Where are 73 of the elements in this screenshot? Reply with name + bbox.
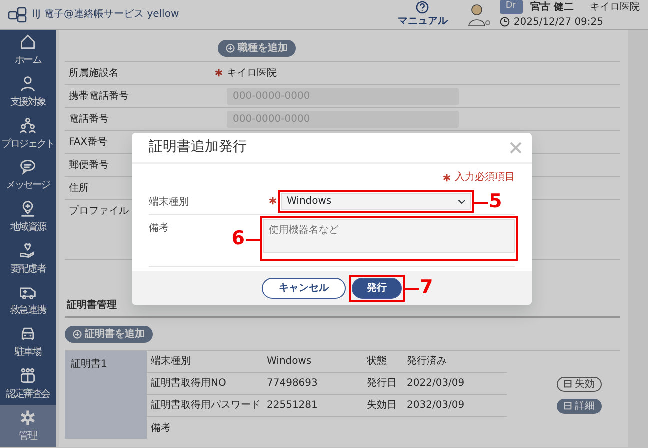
callout-frame	[349, 274, 405, 302]
field-value: 77498693	[267, 377, 319, 391]
people-icon	[19, 116, 37, 135]
person-icon	[19, 75, 37, 94]
logo-icon	[8, 6, 28, 22]
field-label: 証明書取得用パスワード	[150, 398, 262, 413]
dialog-title: 証明書追加発行	[149, 138, 247, 157]
field-value: 2022/03/09	[407, 377, 465, 391]
help-icon	[416, 0, 430, 14]
field-label: 失効日	[367, 398, 398, 413]
home-icon	[19, 33, 37, 52]
field-label: 住所	[69, 182, 89, 194]
sidebar-item[interactable]: 管理	[0, 405, 56, 447]
issue-button[interactable]: 発行	[352, 278, 402, 298]
sidebar-item[interactable]: メッセージ	[0, 155, 56, 197]
field-label: 携帯電話番号	[69, 90, 129, 102]
settings-icon	[19, 408, 37, 427]
add-certificate-button[interactable]: 証明書を追加	[65, 326, 153, 343]
sidebar-item[interactable]: ホーム	[0, 30, 56, 72]
people-group-icon	[19, 366, 37, 385]
callout-number: 5	[489, 192, 502, 211]
calendar-icon	[564, 380, 572, 388]
hand-heart-icon	[19, 242, 37, 260]
field-label: FAX番号	[69, 136, 108, 148]
field-value: キイロ医院	[227, 66, 277, 80]
field-label: 端末種別	[150, 354, 192, 369]
close-icon	[510, 142, 522, 154]
field-label: 発行日	[367, 377, 398, 391]
field-label: 証明書取得用NO	[150, 376, 228, 391]
sidebar-item[interactable]: 駐車場	[0, 322, 56, 364]
calendar-icon	[564, 402, 572, 410]
field-label: 所属施設名	[69, 68, 119, 78]
role-badge: Dr	[500, 0, 523, 14]
required-icon	[443, 174, 451, 182]
field-value: Windows	[267, 355, 313, 369]
leader-line	[246, 238, 260, 240]
cancel-button[interactable]: キャンセル	[262, 278, 346, 298]
logo-text: IIJ 電子@連絡帳サービス yellow	[32, 8, 180, 22]
sidebar-item[interactable]: 救急連携	[0, 280, 56, 322]
leader-line	[405, 288, 419, 290]
sidebar-item[interactable]: プロジェクト	[0, 113, 56, 156]
field-label: プロファイル	[69, 206, 129, 217]
field-label: 備考	[150, 422, 172, 436]
car-icon	[19, 325, 37, 344]
field-label: 電話番号	[69, 114, 109, 124]
user-name: 宮古 健二	[530, 0, 574, 14]
field-label: 状態	[367, 354, 388, 369]
remarks-field[interactable]: 使用機器名など	[263, 219, 515, 253]
field-label: 備考	[149, 223, 169, 234]
map-pin-icon	[19, 200, 37, 218]
revoke-button[interactable]: 失効	[557, 376, 602, 392]
plus-icon	[73, 330, 82, 339]
field-label: 郵便番号	[69, 160, 109, 170]
field-value: 発行済み	[407, 354, 447, 369]
field-value: 2032/03/09	[407, 399, 465, 413]
plus-icon	[226, 44, 235, 53]
details-button[interactable]: 詳細	[557, 398, 602, 414]
chat-icon	[19, 158, 37, 176]
select-field[interactable]: Windows	[281, 193, 471, 210]
required-note: 入力必須項目	[455, 170, 515, 185]
leader-line	[474, 202, 488, 204]
field-value: 22551281	[267, 399, 319, 413]
clock-icon	[500, 17, 510, 27]
facility-name: キイロ医院	[590, 0, 640, 14]
callout-number: 6	[232, 229, 245, 248]
datetime: 2025/12/27 09:25	[514, 16, 604, 30]
sidebar-item[interactable]: 支援対象	[0, 72, 56, 114]
add-job-button[interactable]: 職種を追加	[218, 40, 296, 57]
certificate-name: 証明書1	[65, 351, 147, 439]
field-label: 端末種別	[149, 197, 189, 208]
help-link[interactable]: マニュアル	[398, 0, 448, 28]
sidebar-item[interactable]: 地域資源	[0, 196, 56, 238]
sidebar-item[interactable]: 要配慮者	[0, 238, 56, 280]
